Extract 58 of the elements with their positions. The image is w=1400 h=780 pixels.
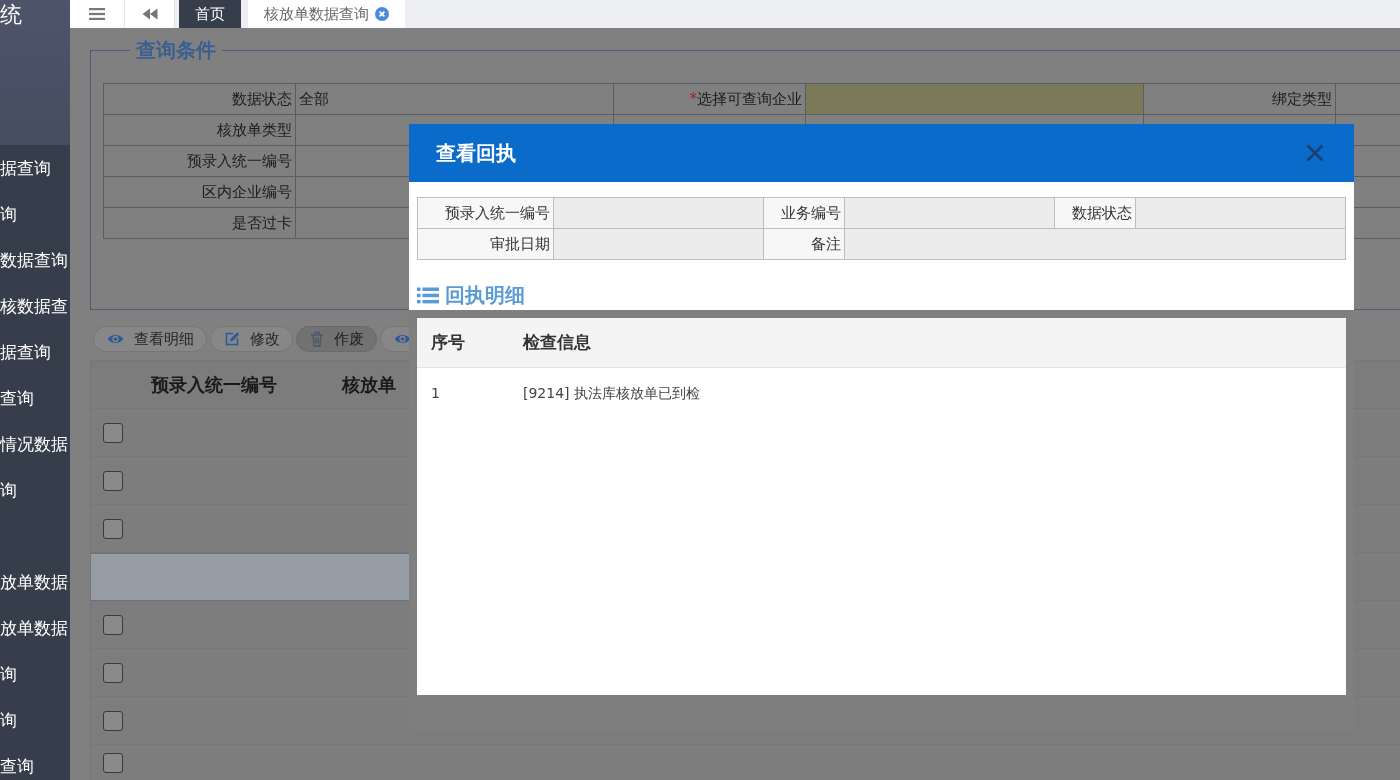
field-label: 数据状态	[104, 84, 296, 115]
sidebar-item[interactable]: 询	[0, 467, 17, 513]
sidebar-item[interactable]: 放单数据	[0, 605, 68, 651]
column-header: 预录入统一编号	[150, 374, 277, 395]
field-label: 备注	[764, 229, 845, 260]
table-cell: 1	[431, 385, 440, 401]
toolbar-button[interactable]: 修改	[210, 326, 293, 352]
dialog-title: 查看回执	[436, 140, 516, 167]
page-tab[interactable]: 核放单数据查询	[248, 0, 405, 28]
sidebar-item[interactable]: 询	[0, 191, 17, 237]
toolbar-button[interactable]: 查看明细	[93, 326, 207, 352]
row-checkbox[interactable]	[103, 518, 123, 539]
section-title: 回执明细	[445, 282, 525, 308]
field-label: 预录入统一编号	[104, 146, 296, 177]
column-header: 序号	[431, 331, 465, 352]
row-checkbox[interactable]	[103, 662, 123, 683]
row-checkbox[interactable]	[103, 752, 123, 773]
row-checkbox[interactable]	[103, 422, 123, 443]
row-checkbox[interactable]	[103, 710, 123, 731]
sidebar-item[interactable]: 询	[0, 697, 17, 743]
double-arrow-left-icon	[141, 8, 158, 20]
close-icon	[1306, 144, 1324, 162]
list-icon	[417, 286, 439, 304]
sidebar-item[interactable]: 据查询	[0, 329, 51, 375]
field-label: 核放单类型	[104, 115, 296, 146]
field-label: 区内企业编号	[104, 177, 296, 208]
menu-icon	[89, 8, 105, 20]
sidebar-item[interactable]: 情况数据	[0, 421, 68, 467]
trash-icon	[310, 331, 324, 347]
table-cell: [9214] 执法库核放单已到检	[523, 385, 700, 401]
sidebar-item[interactable]: 核数据查	[0, 283, 68, 329]
panel-title: 查询条件	[135, 37, 217, 64]
sidebar-item[interactable]: 放单数据	[0, 559, 68, 605]
row-checkbox[interactable]	[103, 470, 123, 491]
menu-button[interactable]	[70, 0, 125, 28]
sidebar-item[interactable]: 询	[0, 651, 17, 697]
sidebar-item[interactable]: 数据查询	[0, 237, 68, 283]
input-field[interactable]: 全部	[296, 84, 614, 115]
field-label: 绑定类型	[1144, 84, 1336, 115]
table-row[interactable]	[91, 553, 409, 601]
edit-icon	[224, 331, 240, 347]
page-tab[interactable]: 首页	[179, 0, 241, 28]
field-label: 数据状态	[1055, 198, 1136, 229]
sidebar-item[interactable]: 查询	[0, 375, 34, 421]
field-label: 预录入统一编号	[418, 198, 554, 229]
field-label: 是否过卡	[104, 208, 296, 239]
column-header: 检查信息	[523, 331, 591, 352]
column-header: 核放单	[341, 374, 396, 395]
app-title: 统	[0, 1, 22, 29]
field-label: 业务编号	[764, 198, 845, 229]
sidebar-item[interactable]: 查询	[0, 743, 34, 780]
sidebar-item[interactable]: 据查询	[0, 145, 51, 191]
field-label: 审批日期	[418, 229, 554, 260]
close-button[interactable]	[1306, 144, 1324, 162]
row-checkbox[interactable]	[103, 614, 123, 635]
back-button[interactable]	[125, 0, 175, 28]
input-field[interactable]	[806, 84, 1144, 115]
eye-icon	[107, 333, 124, 345]
